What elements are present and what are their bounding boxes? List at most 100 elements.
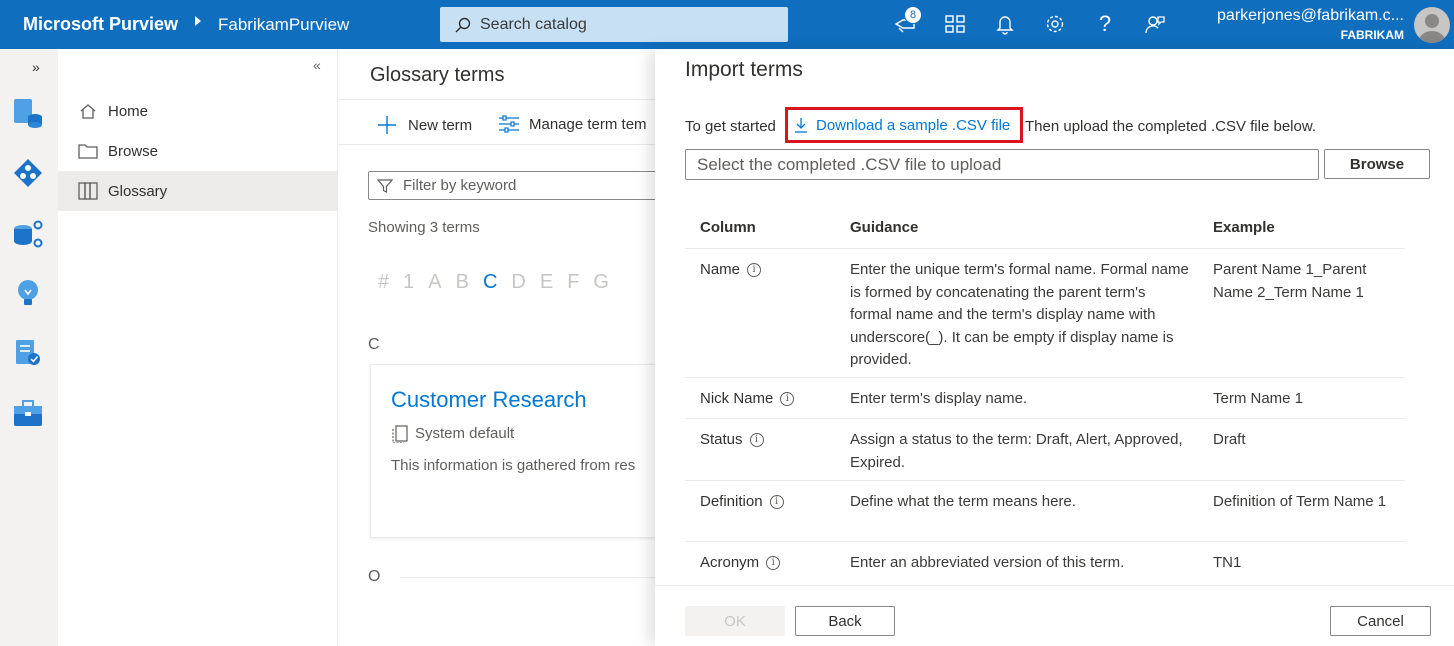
- letter-d[interactable]: D: [511, 271, 525, 293]
- letter-f[interactable]: F: [567, 271, 579, 293]
- row-column-label: Definition: [700, 493, 763, 510]
- letter-1[interactable]: 1: [403, 271, 414, 293]
- back-button[interactable]: Back: [795, 606, 895, 636]
- insights-icon[interactable]: [12, 277, 44, 309]
- letter-a[interactable]: A: [428, 271, 441, 293]
- feedback-icon[interactable]: [1143, 12, 1167, 36]
- letter-g[interactable]: G: [593, 271, 609, 293]
- nav-item-label: Home: [108, 102, 149, 120]
- directory-switch-icon[interactable]: [943, 12, 967, 36]
- glossary-page: Glossary terms New term Manage term tem …: [338, 49, 670, 646]
- cancel-button[interactable]: Cancel: [1330, 606, 1431, 636]
- row-guidance: Enter an abbreviated version of this ter…: [850, 554, 1125, 571]
- nav-item-label: Browse: [108, 142, 159, 160]
- section-heading-c: C: [368, 336, 380, 353]
- row-column: Nick Name i: [700, 388, 795, 411]
- filter-input[interactable]: Filter by keyword: [368, 171, 658, 200]
- page-title: Glossary terms: [370, 64, 505, 86]
- ok-button[interactable]: OK: [685, 606, 785, 636]
- term-title[interactable]: Customer Research: [391, 387, 587, 413]
- filter-placeholder: Filter by keyword: [403, 177, 517, 194]
- management-toolbox-icon[interactable]: [12, 397, 44, 429]
- user-account[interactable]: parkerjones@fabrikam.c... FABRIKAM: [1217, 7, 1404, 42]
- folder-icon: [78, 142, 98, 160]
- data-catalog-icon[interactable]: [12, 157, 44, 189]
- info-icon[interactable]: i: [780, 392, 795, 407]
- avatar[interactable]: [1414, 7, 1450, 43]
- info-icon[interactable]: i: [749, 433, 764, 448]
- new-term-label: New term: [408, 116, 473, 134]
- table-row: Status i Assign a status to the term: Dra…: [685, 419, 1405, 481]
- search-box[interactable]: Search catalog: [440, 7, 788, 42]
- top-bar: Microsoft Purview FabrikamPurview Search…: [0, 0, 1454, 49]
- term-template-label: System default: [415, 424, 515, 442]
- bell-icon[interactable]: [993, 12, 1017, 36]
- row-column-label: Status: [700, 431, 743, 448]
- notification-count-badge: 8: [904, 6, 922, 24]
- nav-item-browse[interactable]: Browse: [58, 131, 337, 171]
- letter-hash[interactable]: #: [378, 271, 389, 293]
- gear-icon[interactable]: [1043, 12, 1067, 36]
- letter-c[interactable]: C: [483, 271, 497, 293]
- upload-instruction-text: Then upload the completed .CSV file belo…: [1025, 118, 1317, 135]
- help-icon[interactable]: ?: [1093, 11, 1117, 36]
- data-map-icon[interactable]: [12, 97, 44, 129]
- policy-icon[interactable]: [12, 337, 44, 369]
- toolbar: New term Manage term tem: [338, 99, 658, 145]
- tenant-name[interactable]: FabrikamPurview: [218, 15, 349, 35]
- table-row: Acronym i Enter an abbreviated version of…: [685, 542, 1405, 584]
- panel-footer: OK Back Cancel: [655, 585, 1454, 646]
- table-row: Definition i Define what the term means h…: [685, 481, 1405, 542]
- download-icon: [795, 118, 807, 133]
- manage-term-label: Manage term tem: [529, 115, 647, 133]
- get-started-text: To get started: [685, 118, 776, 135]
- row-column: Status i: [700, 429, 764, 452]
- download-link-label: Download a sample .CSV file: [816, 116, 1011, 134]
- manage-term-templates-button[interactable]: Manage term tem: [498, 114, 647, 134]
- filter-icon: [377, 178, 393, 193]
- home-icon: [78, 102, 98, 120]
- row-example: Definition of Term Name 1: [1213, 493, 1387, 510]
- expand-icon[interactable]: »: [32, 59, 40, 75]
- table-row: Name i Enter the unique term's formal nam…: [685, 249, 1405, 378]
- data-estate-icon[interactable]: [12, 217, 44, 249]
- row-example: TN1: [1213, 554, 1242, 571]
- chevron-right-icon: [195, 16, 201, 26]
- brand-title[interactable]: Microsoft Purview: [23, 14, 178, 35]
- column-header-example: Example: [1213, 219, 1275, 236]
- letter-e[interactable]: E: [540, 271, 553, 293]
- row-example: Term Name 1: [1213, 390, 1304, 407]
- column-header-guidance: Guidance: [850, 219, 919, 236]
- panel-title: Import terms: [685, 58, 803, 81]
- download-sample-csv-link[interactable]: Download a sample .CSV file: [785, 107, 1023, 143]
- new-term-button[interactable]: New term: [376, 114, 472, 136]
- csv-file-input[interactable]: Select the completed .CSV file to upload: [685, 149, 1319, 180]
- app-rail: »: [0, 49, 58, 646]
- sliders-icon: [499, 115, 519, 133]
- letter-b[interactable]: B: [456, 271, 469, 293]
- row-column: Acronym i: [700, 552, 781, 575]
- info-icon[interactable]: i: [769, 495, 784, 510]
- user-email: parkerjones@fabrikam.c...: [1217, 7, 1404, 24]
- term-description: This information is gathered from res: [391, 457, 636, 474]
- book-icon: [78, 182, 98, 200]
- term-card[interactable]: Customer Research System default This in…: [370, 364, 670, 538]
- row-example: Draft: [1213, 431, 1246, 448]
- search-icon: [455, 17, 471, 32]
- nav-item-glossary[interactable]: Glossary: [58, 171, 337, 211]
- row-column-label: Acronym: [700, 554, 760, 571]
- section-divider: [400, 577, 660, 578]
- collapse-icon[interactable]: «: [313, 57, 321, 73]
- row-column: Definition i: [700, 491, 784, 514]
- info-icon[interactable]: i: [747, 263, 762, 278]
- row-example: Parent Name 1_Parent Name 2_Term Name 1: [1213, 261, 1367, 301]
- browse-button[interactable]: Browse: [1324, 149, 1430, 179]
- nav-panel: « Home Browse Glossary: [58, 49, 338, 646]
- info-icon[interactable]: i: [766, 556, 781, 571]
- nav-item-home[interactable]: Home: [58, 91, 337, 131]
- table-row: Nick Name i Enter term's display name. Te…: [685, 378, 1405, 419]
- import-terms-panel: Import terms To get started Download a s…: [655, 49, 1454, 646]
- section-heading-o: O: [368, 568, 381, 585]
- row-guidance: Enter term's display name.: [850, 390, 1028, 407]
- row-guidance: Assign a status to the term: Draft, Aler…: [850, 431, 1183, 471]
